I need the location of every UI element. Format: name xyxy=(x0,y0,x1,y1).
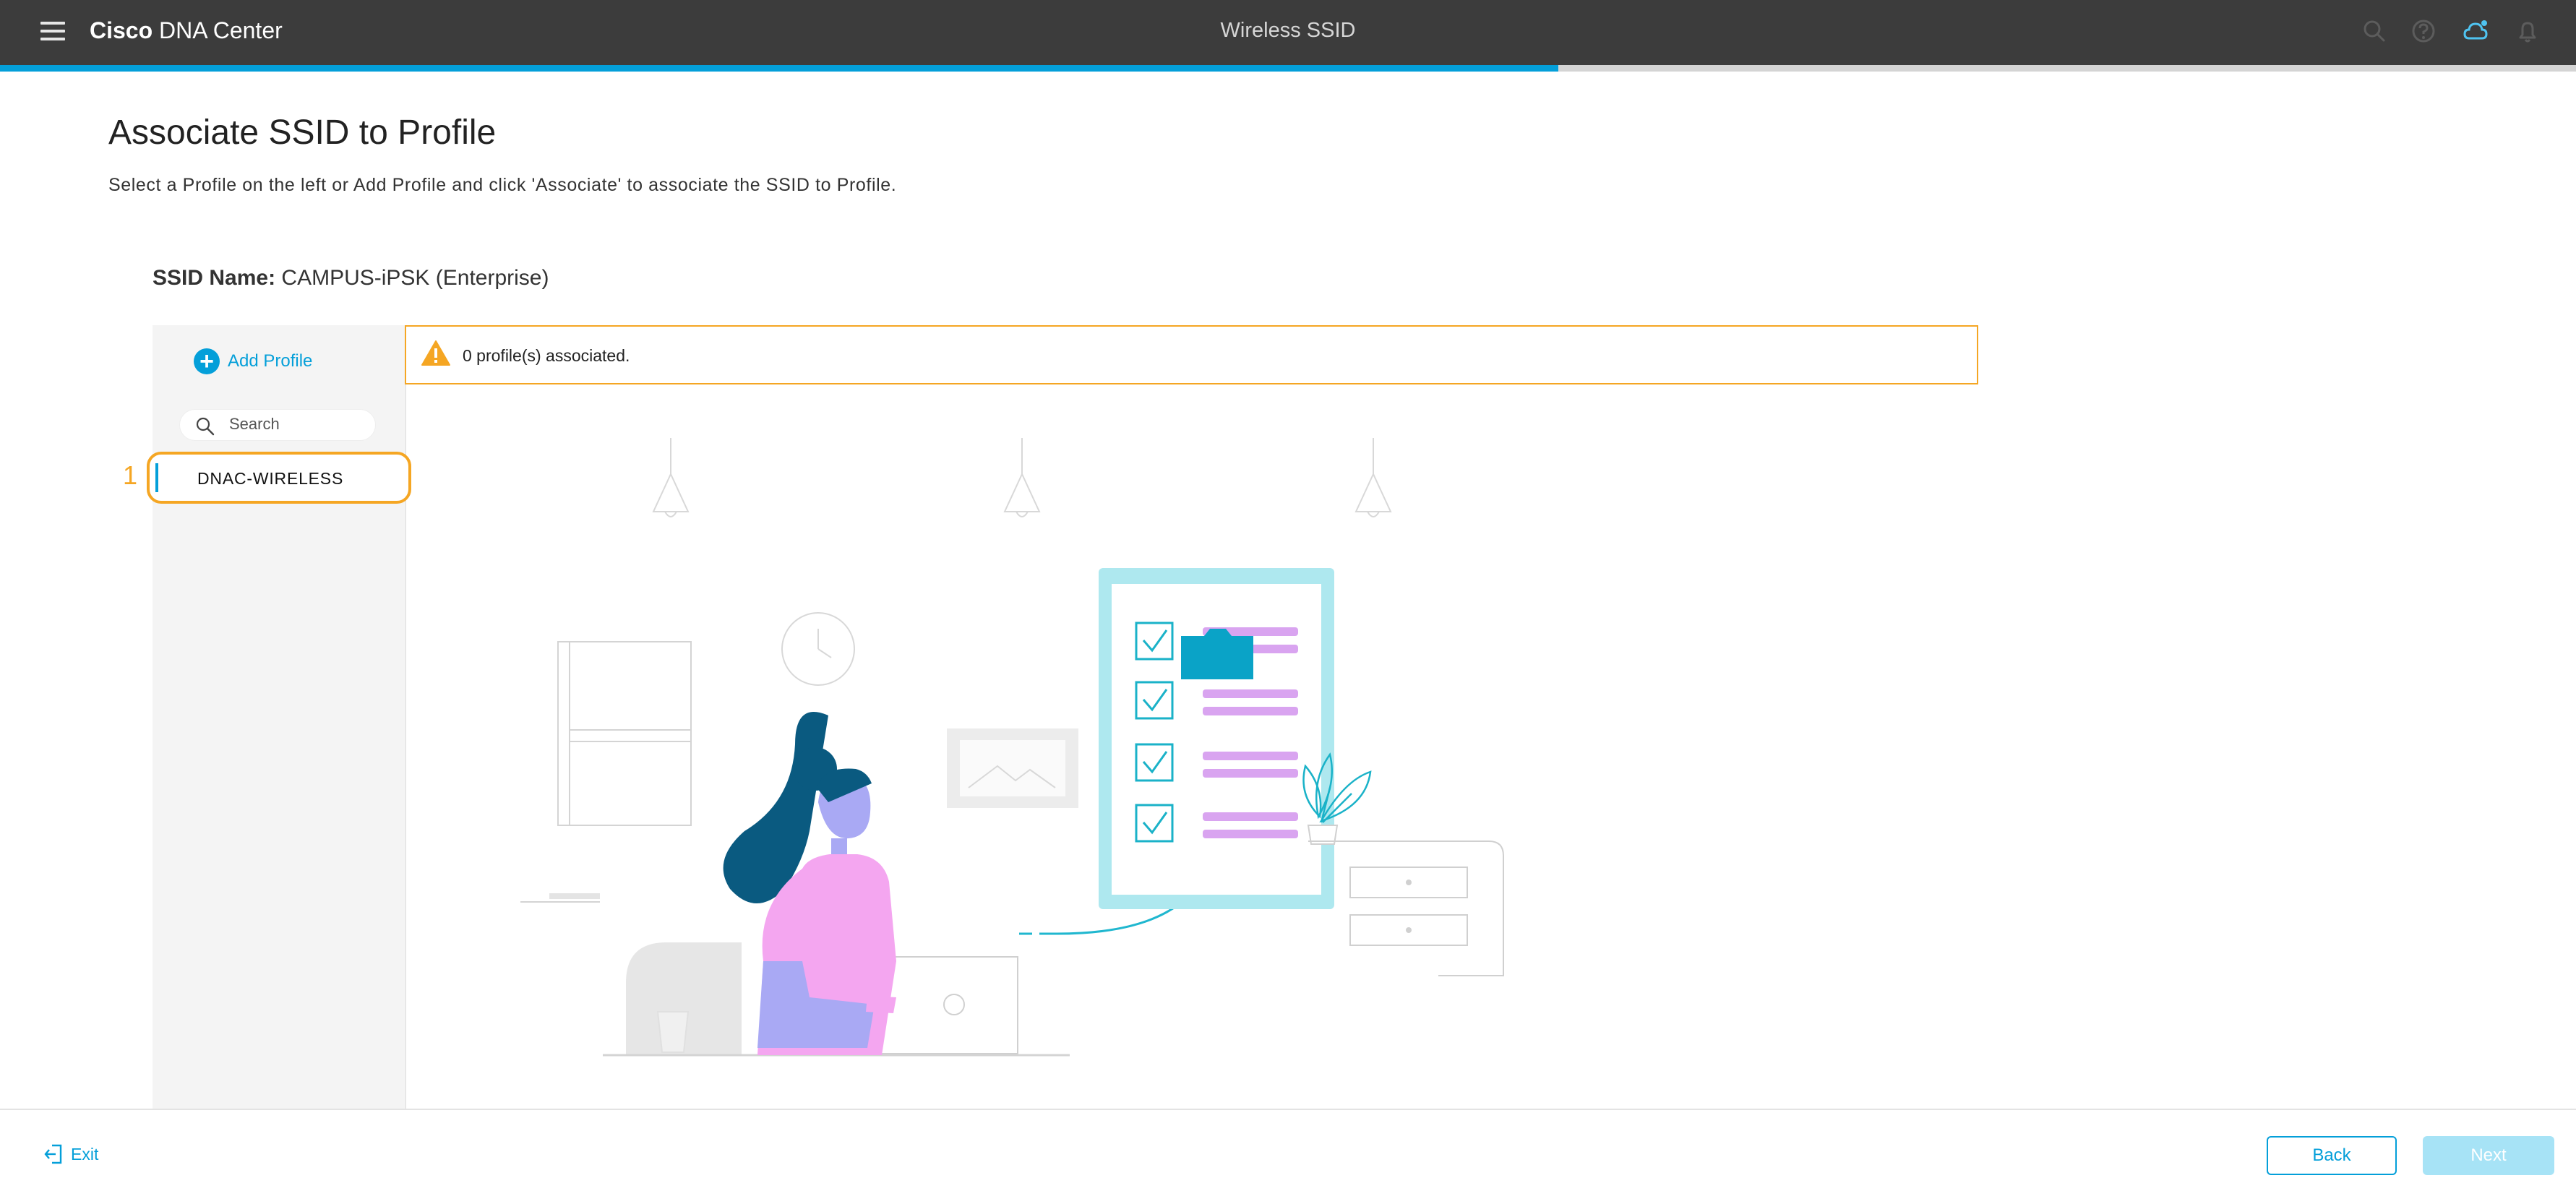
exit-button[interactable]: Exit xyxy=(43,1142,98,1166)
plus-circle-icon: + xyxy=(194,348,220,374)
profile-item-dnac-wireless[interactable]: DNAC-WIRELESS xyxy=(147,452,411,504)
ssid-name-label: SSID Name: xyxy=(153,266,276,290)
search-icon xyxy=(196,417,215,436)
ssid-name-value: CAMPUS-iPSK (Enterprise) xyxy=(275,266,549,290)
page-title: Associate SSID to Profile xyxy=(108,113,497,152)
wizard-progress-bar xyxy=(0,65,2576,72)
step-number-callout: 1 xyxy=(123,460,138,490)
ssid-name-line: SSID Name: CAMPUS-iPSK (Enterprise) xyxy=(153,265,549,292)
wizard-footer xyxy=(0,1109,2576,1204)
association-alert: 0 profile(s) associated. xyxy=(405,325,1978,384)
cloud-icon[interactable] xyxy=(2462,17,2489,45)
selected-indicator xyxy=(155,463,158,492)
exit-label: Exit xyxy=(71,1144,99,1164)
add-profile-button[interactable]: + Add Profile xyxy=(194,347,312,376)
profile-search xyxy=(179,409,376,441)
back-button[interactable]: Back xyxy=(2267,1136,2397,1175)
wizard-progress-fill xyxy=(0,65,1559,72)
exit-icon xyxy=(44,1144,62,1164)
profile-item-label: DNAC-WIRELESS xyxy=(197,469,344,488)
empty-state-illustration xyxy=(520,438,1504,1057)
top-navigation-bar: Cisco DNA Center Wireless SSID xyxy=(0,0,2576,65)
warning-icon xyxy=(421,340,450,366)
help-icon[interactable] xyxy=(2410,17,2437,45)
search-input[interactable] xyxy=(229,413,366,436)
next-button[interactable]: Next xyxy=(2423,1136,2554,1175)
page-subtitle: Select a Profile on the left or Add Prof… xyxy=(108,175,897,195)
profile-list-panel xyxy=(153,325,406,1110)
add-profile-label: Add Profile xyxy=(228,351,313,371)
bell-icon[interactable] xyxy=(2514,17,2541,45)
page-heading: Wireless SSID xyxy=(1220,19,1356,42)
search-icon[interactable] xyxy=(2361,17,2388,45)
alert-message: 0 profile(s) associated. xyxy=(463,346,630,365)
